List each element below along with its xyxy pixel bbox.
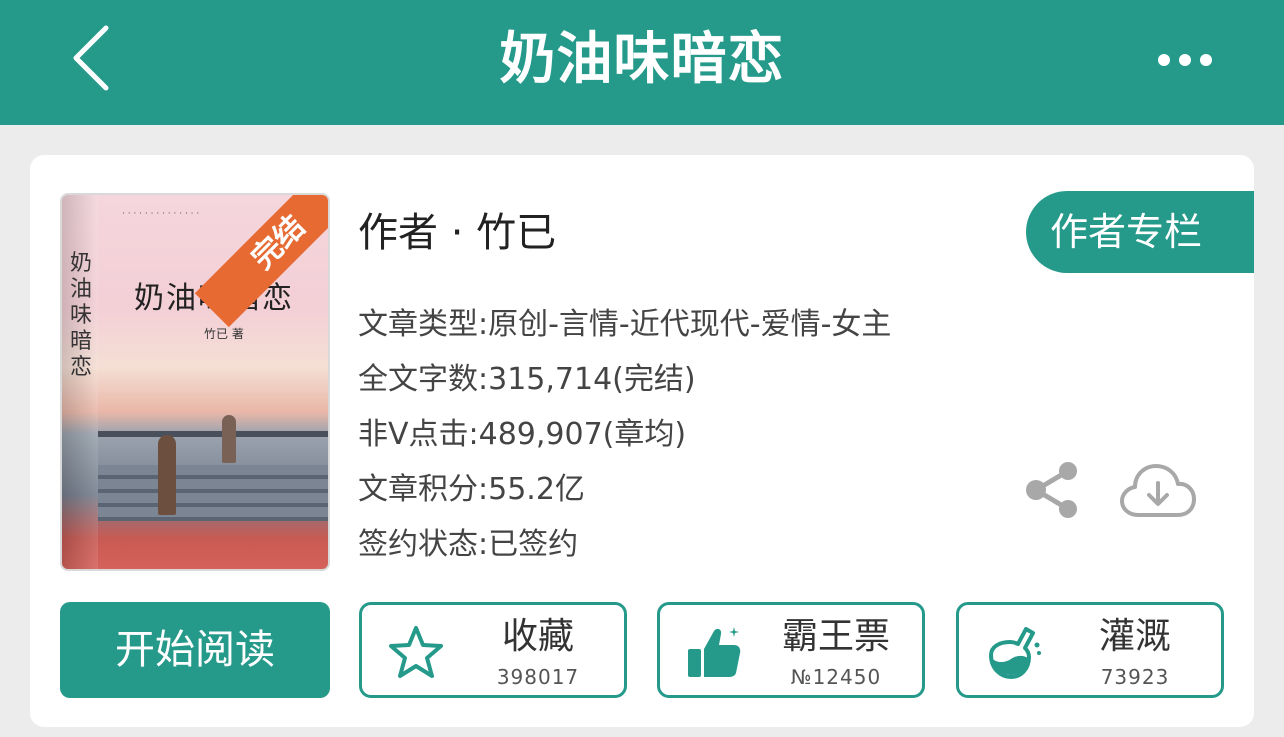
- cover-railing: [98, 431, 328, 437]
- click-count: 非Ⅴ点击:489,907(章均): [358, 417, 687, 452]
- favorite-label: 收藏: [501, 616, 574, 657]
- cover-steps: [98, 465, 328, 521]
- cover-quote-decoration: · · · · · · · · · · · · · ·: [122, 209, 200, 219]
- cover-figure-girl: [222, 415, 236, 463]
- water-label: 灌溉: [1098, 616, 1171, 657]
- download-button[interactable]: [1120, 463, 1196, 521]
- top-bar: 奶油味暗恋: [0, 0, 1284, 125]
- author-name: 作者 · 竹已: [358, 210, 557, 256]
- vote-label: 霸王票: [781, 616, 890, 657]
- book-info-card: 奶油味暗恋 · · · · · · · · · · · · · · 奶油味暗恋 …: [30, 155, 1254, 727]
- thumbs-up-icon: [688, 627, 741, 677]
- book-score: 文章积分:55.2亿: [358, 472, 585, 507]
- vote-button[interactable]: 霸王票 №12450: [657, 602, 925, 698]
- cloud-download-icon: [1120, 464, 1196, 517]
- sign-status: 签约状态:已签约: [358, 527, 579, 562]
- cover-figure-boy: [158, 435, 176, 515]
- start-reading-button[interactable]: 开始阅读: [60, 602, 330, 698]
- author-column-button[interactable]: 作者专栏: [1026, 191, 1254, 273]
- cover-author: 竹已 著: [204, 327, 244, 341]
- more-button[interactable]: [1150, 40, 1220, 80]
- favorite-count: 398017: [496, 665, 580, 689]
- water-count: 73923: [1100, 665, 1170, 689]
- water-button[interactable]: 灌溉 73923: [956, 602, 1224, 698]
- more-icon: [1158, 54, 1212, 66]
- book-type: 文章类型:原创-言情-近代现代-爱情-女主: [358, 307, 892, 342]
- word-count: 全文字数:315,714(完结): [358, 362, 696, 397]
- page-title: 奶油味暗恋: [499, 27, 785, 92]
- favorite-button[interactable]: 收藏 398017: [359, 602, 627, 698]
- share-button[interactable]: [1024, 460, 1080, 520]
- cover-vertical-title: 奶油味暗恋: [69, 251, 92, 380]
- share-icon: [1026, 462, 1077, 518]
- star-icon: [389, 626, 443, 678]
- book-cover[interactable]: 奶油味暗恋 · · · · · · · · · · · · · · 奶油味暗恋 …: [60, 193, 330, 571]
- vote-count: №12450: [790, 665, 882, 689]
- watering-flask-icon: [989, 627, 1041, 679]
